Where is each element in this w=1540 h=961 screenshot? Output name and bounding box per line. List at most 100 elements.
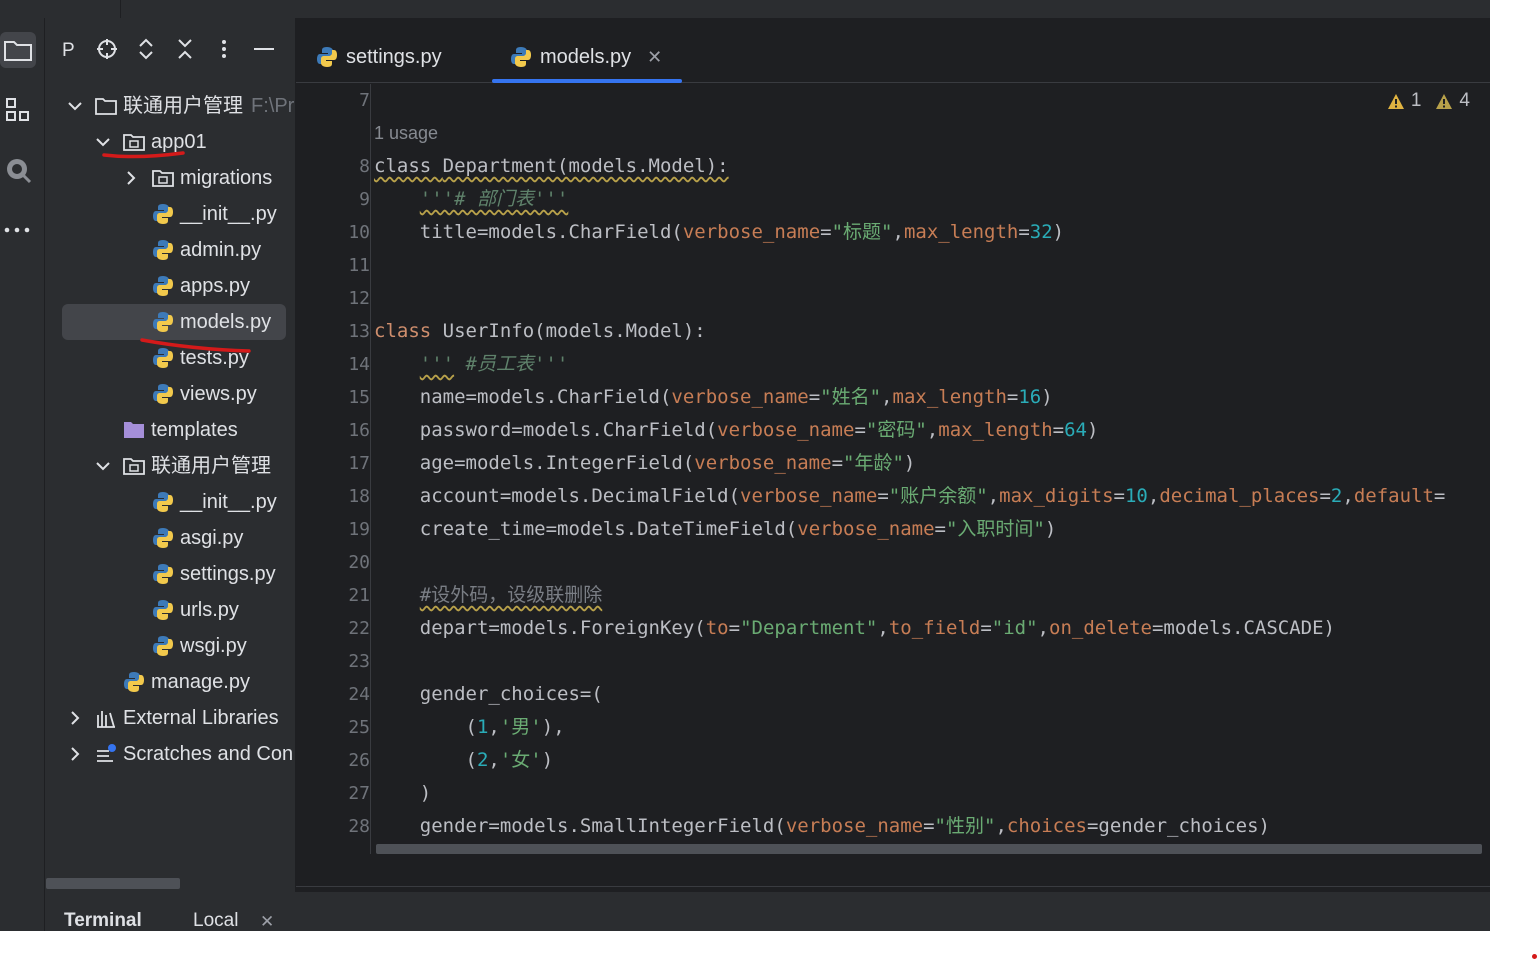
- editor-area: settings.py models.py ✕ 7 8 9 10 11 12 13 14 15 1…: [296, 18, 1490, 886]
- python-file-icon: [153, 528, 173, 548]
- code-line: gender_choices=(: [374, 683, 603, 705]
- tree-item-file[interactable]: urls.py: [45, 592, 295, 628]
- line-number[interactable]: 27: [322, 777, 370, 810]
- project-tool-button[interactable]: [0, 32, 36, 68]
- tree-item-migrations[interactable]: migrations: [45, 160, 295, 196]
- tree-item-app01[interactable]: app01: [45, 124, 295, 160]
- close-icon[interactable]: ✕: [647, 47, 662, 68]
- line-number[interactable]: 26: [322, 744, 370, 777]
- module-folder-icon: [152, 170, 174, 187]
- tree-item-file[interactable]: wsgi.py: [45, 628, 295, 664]
- line-number[interactable]: 23: [322, 645, 370, 678]
- editor-horizontal-scrollbar[interactable]: [376, 844, 1482, 854]
- chevron-right-icon[interactable]: [123, 170, 139, 186]
- libraries-icon: [97, 711, 115, 728]
- code-line: class UserInfo(models.Model):: [374, 320, 706, 342]
- tree-item-label: apps.py: [180, 275, 251, 297]
- tree-item-project-root[interactable]: 联通用户管理 F:\Pr: [45, 88, 295, 124]
- project-horizontal-scrollbar[interactable]: [46, 878, 180, 889]
- tree-item-file[interactable]: __init__.py: [45, 196, 295, 232]
- code-line: #设外码，设级联删除: [419, 584, 603, 606]
- chevron-down-icon[interactable]: [95, 458, 111, 474]
- hide-panel-button[interactable]: [251, 36, 277, 62]
- tree-item-file[interactable]: asgi.py: [45, 520, 295, 556]
- project-toolbar: P: [45, 32, 295, 68]
- ide-window: P 联通用户管理 F:\Pr app01 migrations __init__…: [0, 0, 1490, 931]
- python-file-icon: [511, 47, 531, 67]
- tree-item-templates[interactable]: templates: [45, 412, 295, 448]
- line-number-gutter: 7 8 9 10 11 12 13 14 15 16 17 18 19 20 21 22 23 24 25 26 27 2…: [296, 84, 370, 854]
- tree-item-label: app01: [151, 131, 207, 153]
- tab-models-py[interactable]: models.py ✕: [492, 32, 683, 83]
- tree-item-label: wsgi.py: [180, 635, 247, 657]
- tree-item-external-libraries[interactable]: External Libraries: [45, 700, 295, 736]
- project-title[interactable]: P: [62, 40, 75, 62]
- line-number[interactable]: 20: [322, 546, 370, 579]
- python-file-icon: [153, 276, 173, 296]
- line-number[interactable]: 16: [322, 414, 370, 447]
- database-search-icon: [7, 159, 32, 184]
- tree-item-scratches[interactable]: Scratches and Con: [45, 736, 295, 772]
- line-number[interactable]: 9: [322, 183, 370, 216]
- line-number[interactable]: 15: [322, 381, 370, 414]
- module-folder-icon: [123, 458, 145, 475]
- tree-item-file[interactable]: settings.py: [45, 556, 295, 592]
- line-number[interactable]: 11: [322, 249, 370, 282]
- terminal-tab-local[interactable]: Local: [193, 910, 238, 931]
- line-number[interactable]: 22: [322, 612, 370, 645]
- collapse-all-button[interactable]: [172, 36, 198, 62]
- line-number[interactable]: 17: [322, 447, 370, 480]
- tab-settings-py[interactable]: settings.py: [316, 32, 442, 82]
- usage-hint[interactable]: 1 usage: [374, 117, 438, 150]
- options-button[interactable]: [211, 36, 237, 62]
- annotation-dot: [1532, 954, 1537, 959]
- structure-tool-button[interactable]: [0, 92, 36, 128]
- tree-item-file[interactable]: manage.py: [45, 664, 295, 700]
- line-number[interactable]: 24: [322, 678, 370, 711]
- python-file-icon: [153, 384, 173, 404]
- tree-item-file[interactable]: views.py: [45, 376, 295, 412]
- select-opened-file-button[interactable]: [94, 36, 120, 62]
- tree-item-file[interactable]: admin.py: [45, 232, 295, 268]
- line-number[interactable]: 8: [322, 150, 370, 183]
- code-area[interactable]: 1 usage class Department(models.Model): …: [374, 84, 1484, 854]
- python-file-icon: [153, 636, 173, 656]
- templates-folder-icon: [124, 422, 144, 438]
- line-number[interactable]: 10: [322, 216, 370, 249]
- close-icon[interactable]: ✕: [260, 912, 274, 931]
- tab-label: models.py: [540, 45, 632, 68]
- project-path: F:\Pr: [251, 95, 295, 117]
- tree-item-label: settings.py: [180, 563, 276, 585]
- line-number[interactable]: 25: [322, 711, 370, 744]
- line-number[interactable]: 13: [322, 315, 370, 348]
- terminal-title[interactable]: Terminal: [64, 910, 142, 931]
- line-number[interactable]: 12: [322, 282, 370, 315]
- more-tools-button[interactable]: [0, 212, 36, 248]
- tree-item-package[interactable]: 联通用户管理: [45, 448, 295, 484]
- more-horizontal-icon: [4, 227, 30, 233]
- tree-item-file[interactable]: apps.py: [45, 268, 295, 304]
- terminal-panel: Terminal Local ✕: [45, 892, 1490, 931]
- tree-item-file-selected[interactable]: models.py: [45, 304, 295, 340]
- tree-item-label: templates: [151, 419, 238, 441]
- database-tool-button[interactable]: [0, 152, 36, 188]
- chevron-right-icon[interactable]: [67, 710, 83, 726]
- expand-all-button[interactable]: [133, 36, 159, 62]
- tree-item-label: 联通用户管理: [123, 95, 243, 117]
- chevron-down-icon[interactable]: [95, 134, 111, 150]
- chevron-down-icon[interactable]: [67, 98, 83, 114]
- code-line: (2,'女'): [374, 749, 554, 771]
- line-number[interactable]: 19: [322, 513, 370, 546]
- more-vertical-icon: [222, 40, 226, 58]
- chevron-right-icon[interactable]: [67, 746, 83, 762]
- line-number[interactable]: 18: [322, 480, 370, 513]
- python-file-icon: [153, 240, 173, 260]
- tab-label: settings.py: [346, 45, 442, 68]
- tree-item-file[interactable]: __init__.py: [45, 484, 295, 520]
- tree-item-label: 联通用户管理: [151, 455, 271, 477]
- tree-item-file[interactable]: tests.py: [45, 340, 295, 376]
- line-number[interactable]: 28: [322, 810, 370, 843]
- line-number[interactable]: 7: [322, 84, 370, 117]
- line-number[interactable]: 14: [322, 348, 370, 381]
- line-number[interactable]: 21: [322, 579, 370, 612]
